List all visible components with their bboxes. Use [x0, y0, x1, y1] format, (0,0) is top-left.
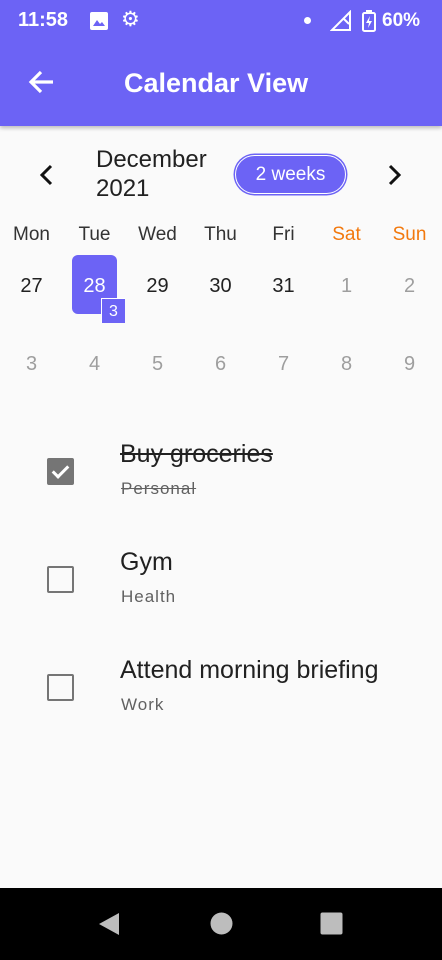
weekday-label: Mon: [13, 224, 50, 245]
day-cell[interactable]: 8: [315, 353, 378, 376]
day-cell[interactable]: 4: [63, 353, 126, 376]
event-count-badge: 3: [101, 298, 125, 323]
task-checkbox[interactable]: [47, 458, 74, 485]
gallery-icon: [90, 12, 108, 30]
weekday-label: Wed: [138, 224, 177, 245]
chevron-left-icon[interactable]: [30, 158, 64, 192]
battery-percent: 60%: [382, 10, 421, 31]
status-time: 11:58: [18, 9, 69, 31]
day-cell[interactable]: 29: [126, 275, 189, 298]
day-cell[interactable]: 7: [252, 353, 315, 376]
day-cell[interactable]: 5: [126, 353, 189, 376]
system-nav-bar: [0, 888, 442, 960]
nav-recents-icon[interactable]: [320, 912, 343, 935]
top-bar: 11:58 ⚙ 60% Calendar View: [0, 0, 442, 126]
task-category: Work: [121, 695, 165, 714]
battery-icon: [362, 10, 376, 32]
day-cell[interactable]: 27: [0, 275, 63, 298]
settings-icon: ⚙: [121, 8, 140, 31]
weekday-label: Sun: [392, 224, 427, 245]
page-title: Calendar View: [124, 68, 309, 98]
day-cell[interactable]: 1: [315, 275, 378, 298]
day-cell[interactable]: 6: [189, 353, 252, 376]
weekday-label: Thu: [204, 224, 237, 245]
weekday-label: Tue: [78, 224, 111, 245]
status-bar: 11:58 ⚙ 60%: [0, 0, 442, 42]
day-cell[interactable]: 9: [378, 353, 441, 376]
format-toggle-button[interactable]: 2 weeks: [235, 155, 346, 194]
task-checkbox[interactable]: [47, 566, 74, 593]
task-category: Personal: [121, 479, 197, 498]
day-cell-selected[interactable]: 28: [63, 275, 126, 298]
chevron-right-icon[interactable]: [377, 158, 411, 192]
task-category: Health: [121, 587, 177, 606]
day-cell[interactable]: 3: [0, 353, 63, 376]
notification-dot-icon: [304, 17, 311, 24]
task-title: Buy groceries: [120, 440, 273, 468]
nav-back-icon[interactable]: [97, 912, 121, 936]
task-title: Gym: [120, 548, 173, 576]
back-arrow-icon[interactable]: [24, 64, 60, 100]
task-title: Attend morning briefing: [120, 656, 379, 684]
month-title: December 2021: [96, 146, 207, 202]
signal-icon: [330, 10, 351, 31]
nav-home-icon[interactable]: [210, 912, 233, 935]
day-cell[interactable]: 31: [252, 275, 315, 298]
weekday-label: Fri: [272, 224, 295, 245]
weekday-label: Sat: [332, 224, 361, 245]
task-checkbox[interactable]: [47, 674, 74, 701]
day-cell[interactable]: 30: [189, 275, 252, 298]
day-cell[interactable]: 2: [378, 275, 441, 298]
